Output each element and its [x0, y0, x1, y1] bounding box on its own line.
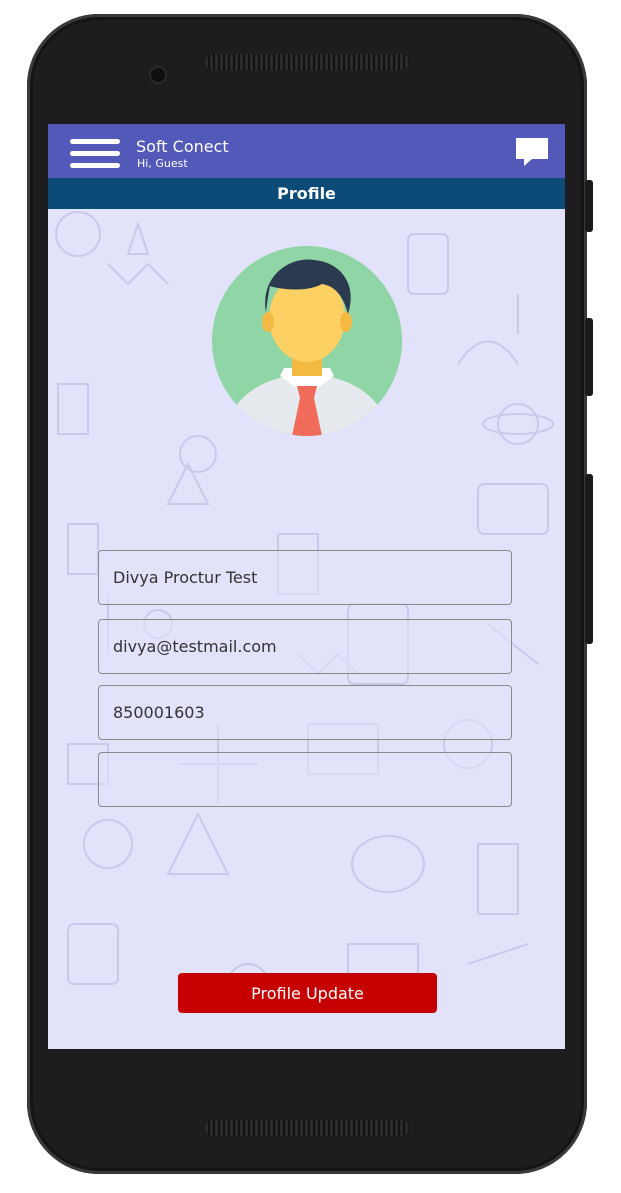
- app-screen: Soft Conect Hi, Guest Profile Profile Up…: [48, 124, 565, 1049]
- profile-update-button[interactable]: Profile Update: [178, 973, 437, 1013]
- hamburger-menu-icon[interactable]: [70, 139, 120, 169]
- top-speaker: [205, 54, 409, 70]
- power-button: [585, 180, 593, 232]
- chat-bubble-icon[interactable]: [514, 136, 550, 168]
- volume-button: [585, 318, 593, 396]
- side-button: [585, 474, 593, 644]
- address-field[interactable]: [98, 752, 512, 807]
- phone-field[interactable]: [98, 685, 512, 740]
- bottom-speaker: [205, 1120, 409, 1136]
- user-greeting: Hi, Guest: [137, 157, 188, 170]
- app-bar: Soft Conect Hi, Guest: [48, 124, 565, 178]
- front-camera: [151, 68, 165, 82]
- app-title: Soft Conect: [136, 137, 229, 156]
- user-avatar-icon[interactable]: [212, 246, 402, 436]
- page-title: Profile: [48, 178, 565, 209]
- name-field[interactable]: [98, 550, 512, 605]
- email-field[interactable]: [98, 619, 512, 674]
